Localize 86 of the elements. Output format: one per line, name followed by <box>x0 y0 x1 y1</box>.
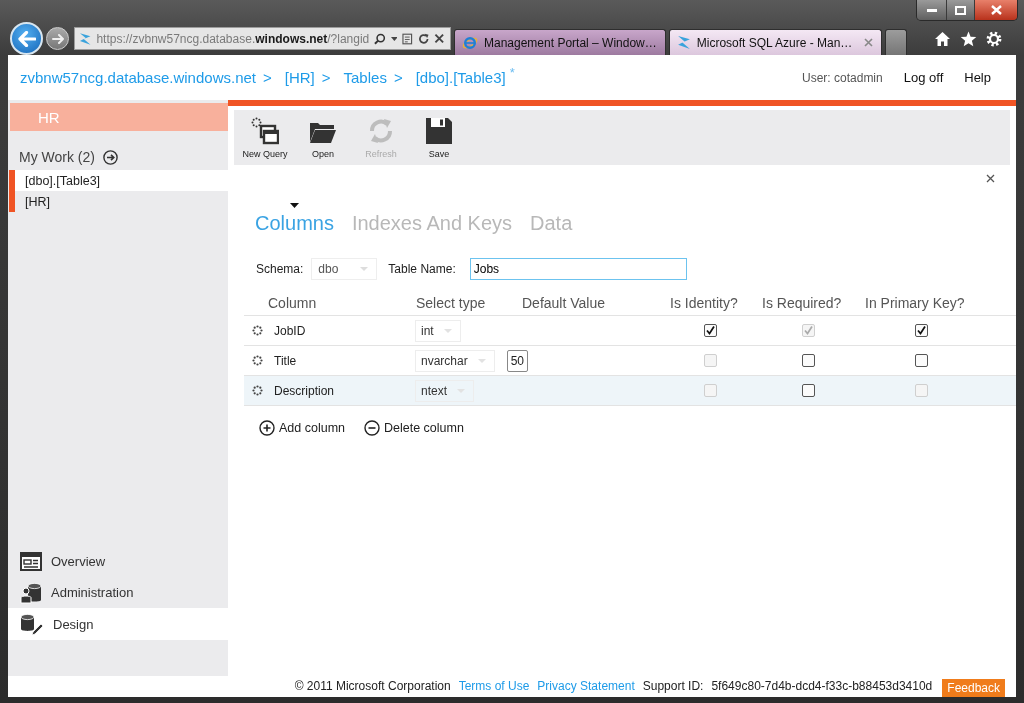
checkbox[interactable] <box>915 354 928 367</box>
breadcrumb-separator: > <box>321 69 331 86</box>
home-icon[interactable] <box>934 30 951 47</box>
forward-button[interactable] <box>46 27 69 50</box>
settings-icon[interactable] <box>986 30 1002 47</box>
compatibility-icon[interactable] <box>402 32 413 45</box>
caret-icon[interactable] <box>390 36 398 41</box>
back-button[interactable] <box>10 22 43 55</box>
support-id: 5f649c80-7d4b-dcd4-f33c-b88453d3410d <box>711 679 933 693</box>
length-field[interactable]: 50 <box>506 349 529 372</box>
column-header: Select type <box>416 295 487 311</box>
stacked-windows-icon <box>251 117 279 145</box>
close-icon <box>990 5 1002 15</box>
star-icon[interactable] <box>960 30 977 47</box>
refresh-icon <box>367 117 395 145</box>
caret-icon <box>443 328 452 333</box>
maximize-button[interactable] <box>947 0 975 20</box>
forward-arrow-icon <box>51 33 64 44</box>
arrow-circle-icon[interactable] <box>102 149 118 165</box>
schema-select[interactable]: dbo <box>311 257 378 280</box>
user-label: User: cotadmin <box>802 70 883 85</box>
new-tab-button[interactable] <box>885 29 908 55</box>
table-name-field[interactable]: Jobs <box>469 257 687 280</box>
card-icon <box>20 552 42 571</box>
sidebar-item[interactable]: [HR] <box>9 191 228 212</box>
toolbar-button[interactable]: Open <box>294 110 352 165</box>
sidebar-item[interactable]: [dbo].[Table3] <box>9 170 228 191</box>
save-icon <box>425 117 453 145</box>
plus-circle-icon <box>259 420 275 436</box>
close-button[interactable] <box>975 0 1017 20</box>
checkbox[interactable] <box>802 384 815 397</box>
spinner-icon[interactable] <box>251 385 263 396</box>
caret-icon <box>477 358 486 363</box>
action-button[interactable]: Add column <box>259 420 345 436</box>
column-header: Is Required? <box>762 295 843 311</box>
checkbox[interactable] <box>704 324 717 337</box>
header-link[interactable]: Help <box>964 70 991 85</box>
copyright-text: © 2011 Microsoft Corporation <box>294 679 451 693</box>
caret-icon <box>360 266 369 271</box>
site-logo-icon <box>79 31 92 46</box>
column-header: Default Value <box>522 295 606 311</box>
stop-icon[interactable] <box>434 33 445 44</box>
refresh-icon[interactable] <box>418 32 430 45</box>
checkbox[interactable] <box>915 324 928 337</box>
url-text: https://zvbnw57ncg.database.windows.net/?langid <box>96 31 370 46</box>
toolbar-button[interactable]: Save <box>410 110 468 165</box>
modified-mark: * <box>509 65 515 80</box>
field-label: Schema: <box>256 261 304 276</box>
spinner-icon[interactable] <box>251 355 263 366</box>
field-label: Table Name: <box>388 261 456 276</box>
action-button[interactable]: Delete column <box>364 420 464 436</box>
breadcrumb-separator: > <box>393 69 403 86</box>
type-select[interactable]: int <box>415 319 461 342</box>
database-pencil-icon <box>20 613 44 635</box>
checkbox[interactable] <box>802 354 815 367</box>
header-link[interactable]: Log off <box>903 70 944 85</box>
column-header: In Primary Key? <box>865 295 966 311</box>
close-icon[interactable] <box>986 174 995 183</box>
spinner-icon[interactable] <box>251 325 263 336</box>
database-user-icon <box>20 581 42 604</box>
column-header: Is Identity? <box>670 295 739 311</box>
site-logo-icon <box>676 35 691 50</box>
table-cell-text: Description <box>273 383 336 398</box>
my-work-label: My Work (2) <box>19 149 95 165</box>
nav-item[interactable]: Administration <box>8 577 228 608</box>
triangle-icon <box>289 203 299 208</box>
minimize-icon <box>926 8 937 12</box>
minus-circle-icon <box>364 420 380 436</box>
nav-item[interactable]: Overview <box>8 546 228 577</box>
table-cell-text: JobID <box>273 323 307 338</box>
column-header: Column <box>268 295 318 311</box>
type-select[interactable]: ntext <box>415 379 474 402</box>
type-select[interactable]: nvarchar <box>415 349 495 372</box>
nav-item[interactable]: Design <box>8 608 228 640</box>
minimize-button[interactable] <box>917 0 947 20</box>
browser-logo-icon <box>462 34 478 51</box>
breadcrumb-separator: > <box>263 69 272 86</box>
maximize-icon <box>955 5 966 15</box>
back-arrow-icon <box>17 30 36 47</box>
browser-tab[interactable]: Microsoft SQL Azure - Man… <box>668 29 883 55</box>
browser-tab[interactable]: Management Portal – Window… <box>454 29 666 55</box>
address-bar[interactable]: https://zvbnw57ncg.database.windows.net/?langid <box>74 27 451 50</box>
toolbar-button[interactable]: New Query <box>236 110 294 165</box>
table-cell-text: Title <box>273 353 298 368</box>
support-label: Support ID: <box>642 679 704 693</box>
search-icon[interactable] <box>374 32 386 45</box>
